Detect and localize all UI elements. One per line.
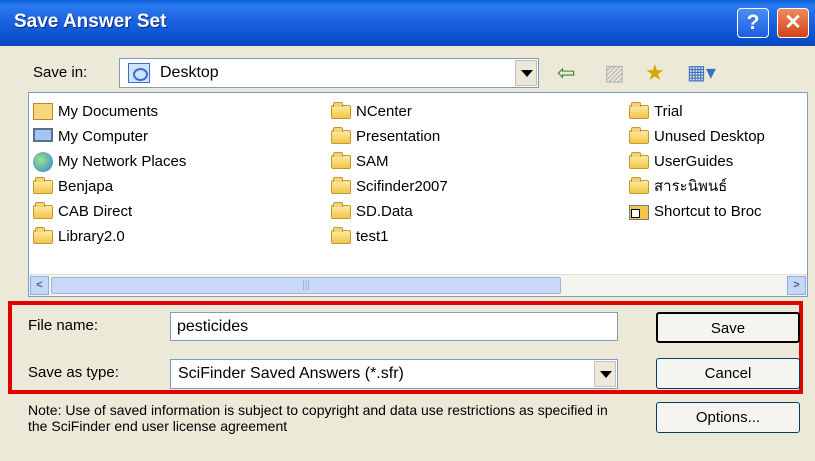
folder-icon <box>33 202 53 219</box>
window-title: Save Answer Set <box>14 11 167 32</box>
folder-icon <box>33 177 53 194</box>
file-column-3: Trial Unused Desktop UserGuides สาระนิพน… <box>627 99 765 224</box>
file-list[interactable]: My Documents My Computer My Network Plac… <box>28 92 808 297</box>
cancel-button[interactable]: Cancel <box>656 358 800 389</box>
list-item[interactable]: Presentation <box>329 124 448 149</box>
folder-icon <box>331 202 351 219</box>
folder-icon <box>331 177 351 194</box>
folder-icon <box>331 152 351 169</box>
folder-icon <box>331 102 351 119</box>
list-item[interactable]: Unused Desktop <box>627 124 765 149</box>
list-item[interactable]: Shortcut to Broc <box>627 199 765 224</box>
chevron-down-icon[interactable] <box>594 361 616 387</box>
folder-icon <box>33 227 53 244</box>
chevron-down-icon[interactable] <box>515 60 537 86</box>
options-button[interactable]: Options... <box>656 402 800 433</box>
save-in-label: Save in: <box>33 64 88 81</box>
list-item[interactable]: UserGuides <box>627 149 765 174</box>
file-name-label: File name: <box>28 317 99 334</box>
folder-icon <box>331 127 351 144</box>
list-item[interactable]: Scifinder2007 <box>329 174 448 199</box>
license-note: Note: Use of saved information is subjec… <box>28 402 608 434</box>
shortcut-icon <box>629 205 649 220</box>
list-item[interactable]: SAM <box>329 149 448 174</box>
list-item[interactable]: CAB Direct <box>31 199 186 224</box>
scroll-right-icon[interactable]: > <box>787 276 806 295</box>
close-button[interactable]: ✕ <box>777 8 809 38</box>
file-column-1: My Documents My Computer My Network Plac… <box>31 99 186 249</box>
list-item[interactable]: test1 <box>329 224 448 249</box>
list-item[interactable]: My Computer <box>31 124 186 149</box>
list-item[interactable]: My Network Places <box>31 149 186 174</box>
folder-icon <box>629 102 649 119</box>
views-menu-icon[interactable]: ▦▾ <box>687 60 716 86</box>
network-icon <box>33 152 53 172</box>
file-column-2: NCenter Presentation SAM Scifinder2007 S… <box>329 99 448 249</box>
help-button[interactable]: ? <box>737 8 769 38</box>
back-icon[interactable]: ⇦ <box>557 60 575 86</box>
save-button[interactable]: Save <box>656 312 800 343</box>
list-item[interactable]: Trial <box>627 99 765 124</box>
folder-icon <box>629 127 649 144</box>
folder-icon <box>629 177 649 194</box>
scrollbar-thumb[interactable]: ||| <box>51 277 561 294</box>
list-item[interactable]: สาระนิพนธ์ <box>627 174 765 199</box>
save-in-dropdown[interactable]: Desktop <box>119 58 539 88</box>
up-folder-icon[interactable]: ▨ <box>604 60 625 86</box>
desktop-icon <box>128 63 150 83</box>
save-in-value: Desktop <box>160 64 219 81</box>
new-folder-icon[interactable]: ★ <box>645 60 665 86</box>
folder-icon <box>331 227 351 244</box>
horizontal-scrollbar[interactable]: < ||| > <box>29 274 807 296</box>
list-item[interactable]: NCenter <box>329 99 448 124</box>
list-item[interactable]: SD.Data <box>329 199 448 224</box>
list-item[interactable]: Benjapa <box>31 174 186 199</box>
my-documents-icon <box>33 103 53 120</box>
list-item[interactable]: Library2.0 <box>31 224 186 249</box>
list-item[interactable]: My Documents <box>31 99 186 124</box>
scroll-left-icon[interactable]: < <box>30 276 49 295</box>
save-as-type-value: SciFinder Saved Answers (*.sfr) <box>178 365 404 382</box>
save-as-type-label: Save as type: <box>28 364 119 381</box>
file-name-field[interactable]: pesticides <box>170 312 618 341</box>
computer-icon <box>33 128 53 142</box>
folder-icon <box>629 152 649 169</box>
title-bar: Save Answer Set ? ✕ <box>0 0 815 46</box>
save-as-type-dropdown[interactable]: SciFinder Saved Answers (*.sfr) <box>170 359 618 389</box>
